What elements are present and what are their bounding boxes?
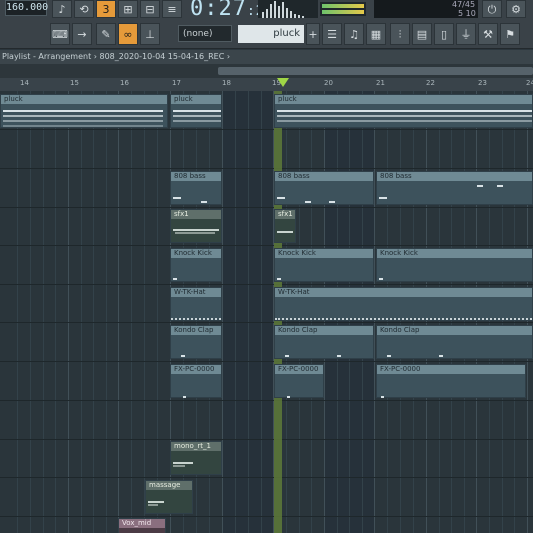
pattern-clip[interactable]: Kondo Clap	[274, 325, 374, 359]
clip-label: 808 bass	[171, 172, 221, 181]
pattern-clip[interactable]: pluck	[0, 94, 168, 128]
snap-select[interactable]: (none)	[178, 25, 232, 42]
voices-readout: 5 10	[458, 9, 476, 18]
record-mode-icon[interactable]: ⟲	[74, 0, 94, 18]
pattern-clip[interactable]: pluck	[274, 94, 533, 128]
main-toolbar: 160.000 ♪ ⟲ 3 ⊞ ⊟ ≡ 0:27:29 47/45 5 10 ⏻…	[0, 0, 533, 21]
clip-label: sfx1	[275, 210, 295, 219]
bar-label: 14	[20, 79, 29, 87]
bar-label: 18	[222, 79, 231, 87]
pattern-clip[interactable]: FX-PC-0000	[170, 364, 222, 398]
countdown-icon[interactable]: 3	[96, 0, 116, 18]
keyboard-icon[interactable]: ⌨	[50, 23, 70, 45]
plugin-icon[interactable]: ⏚	[456, 23, 476, 45]
bar-label: 24	[526, 79, 533, 87]
clip-label: Knock Kick	[171, 249, 221, 258]
pattern-clip[interactable]: Kondo Clap	[170, 325, 222, 359]
playlist-icon[interactable]: ☰	[322, 23, 342, 45]
time-main: 0:27	[190, 0, 247, 21]
pattern-clip[interactable]: W-TK-Hat	[274, 287, 533, 321]
volume-meter	[320, 2, 366, 16]
add-pattern-icon[interactable]: +	[306, 23, 320, 45]
waveform-monitor	[258, 0, 318, 18]
clip-label: pluck	[171, 95, 221, 104]
pattern-clip[interactable]: Knock Kick	[274, 248, 374, 282]
clip-label: Knock Kick	[377, 249, 532, 258]
clip-label: mono_rt_1	[171, 442, 221, 451]
playlist-grid[interactable]: pluck pluck pluck 808 bass 808 bass 808 …	[0, 91, 533, 533]
arrow-icon[interactable]: →	[72, 23, 92, 45]
clip-label: W-TK-Hat	[171, 288, 221, 297]
bar-label: 16	[120, 79, 129, 87]
clip-label: sfx1	[171, 210, 221, 219]
pattern-clip[interactable]: 808 bass	[274, 171, 374, 205]
pattern-clip[interactable]: pluck	[170, 94, 222, 128]
bar-label: 23	[478, 79, 487, 87]
clip-label: 808 bass	[377, 172, 532, 181]
pattern-clip[interactable]: Kondo Clap	[376, 325, 533, 359]
clip-label: FX-PC-0000	[171, 365, 221, 374]
clip-label: pluck	[1, 95, 167, 104]
bar-label: 17	[172, 79, 181, 87]
clip-label: W-TK-Hat	[275, 288, 532, 297]
clip-label: Kondo Clap	[377, 326, 532, 335]
pattern-clip[interactable]: W-TK-Hat	[170, 287, 222, 321]
timeline-ruler[interactable]: 14 15 16 17 18 19 20 21 22 23 24	[0, 78, 533, 91]
clip-label: Kondo Clap	[171, 326, 221, 335]
audio-clip[interactable]: sfx1	[274, 209, 296, 243]
bar-label: 21	[376, 79, 385, 87]
power-icon[interactable]: ⏻	[482, 0, 502, 18]
mixer-icon[interactable]: ⫶	[390, 23, 410, 45]
audio-clip[interactable]: Vox_mid	[118, 518, 166, 533]
loop-record-icon[interactable]: ⊟	[140, 0, 160, 18]
clip-label: Vox_mid	[119, 519, 165, 528]
scrollbar-thumb[interactable]	[218, 67, 533, 75]
audio-clip[interactable]: mono_rt_1	[170, 441, 222, 475]
pencil-icon[interactable]: ✎	[96, 23, 116, 45]
step-edit-icon[interactable]: ⊞	[118, 0, 138, 18]
bar-label: 20	[324, 79, 333, 87]
audio-clip[interactable]: sfx1	[170, 209, 222, 243]
pattern-clip[interactable]: FX-PC-0000	[274, 364, 324, 398]
tempo-display[interactable]: 160.000	[5, 0, 48, 16]
pattern-clip[interactable]: Knock Kick	[376, 248, 533, 282]
pattern-clip[interactable]: 808 bass	[376, 171, 533, 205]
pattern-clip[interactable]: 808 bass	[170, 171, 222, 205]
settings-icon[interactable]: ⚙	[506, 0, 526, 18]
blend-notes-icon[interactable]: ≡	[162, 0, 182, 18]
clip-label: massage	[146, 481, 192, 490]
pattern-clip[interactable]: FX-PC-0000	[376, 364, 526, 398]
clip-label: FX-PC-0000	[377, 365, 525, 374]
bar-label: 15	[70, 79, 79, 87]
wrench-icon[interactable]: ⚒	[478, 23, 498, 45]
browser-icon[interactable]: ▤	[412, 23, 432, 45]
audio-clip[interactable]: massage	[145, 480, 193, 514]
clip-label: pluck	[275, 95, 532, 104]
stamp-icon[interactable]: ⊥	[140, 23, 160, 45]
clip-label: Kondo Clap	[275, 326, 373, 335]
cpu-panel: 47/45 5 10	[374, 0, 478, 18]
clip-label: FX-PC-0000	[275, 365, 323, 374]
bar-label: 22	[426, 79, 435, 87]
cpu-readout: 47/45	[452, 0, 476, 9]
horizontal-scrollbar[interactable]	[0, 64, 533, 78]
breadcrumb: Playlist - Arrangement › 808_2020-10-04 …	[0, 50, 533, 64]
channel-rack-icon[interactable]: ▦	[366, 23, 386, 45]
playhead-marker[interactable]	[277, 78, 289, 87]
tools-icon[interactable]: ⚑	[500, 23, 520, 45]
metronome-icon[interactable]: ♪	[52, 0, 72, 18]
link-icon[interactable]: ∞	[118, 23, 138, 45]
clip-label: Knock Kick	[275, 249, 373, 258]
pattern-clip[interactable]: Knock Kick	[170, 248, 222, 282]
piano-roll-icon[interactable]: ♫	[344, 23, 364, 45]
clip-label: 808 bass	[275, 172, 373, 181]
pattern-selector[interactable]: pluck	[238, 25, 304, 43]
project-icon[interactable]: ▯	[434, 23, 454, 45]
